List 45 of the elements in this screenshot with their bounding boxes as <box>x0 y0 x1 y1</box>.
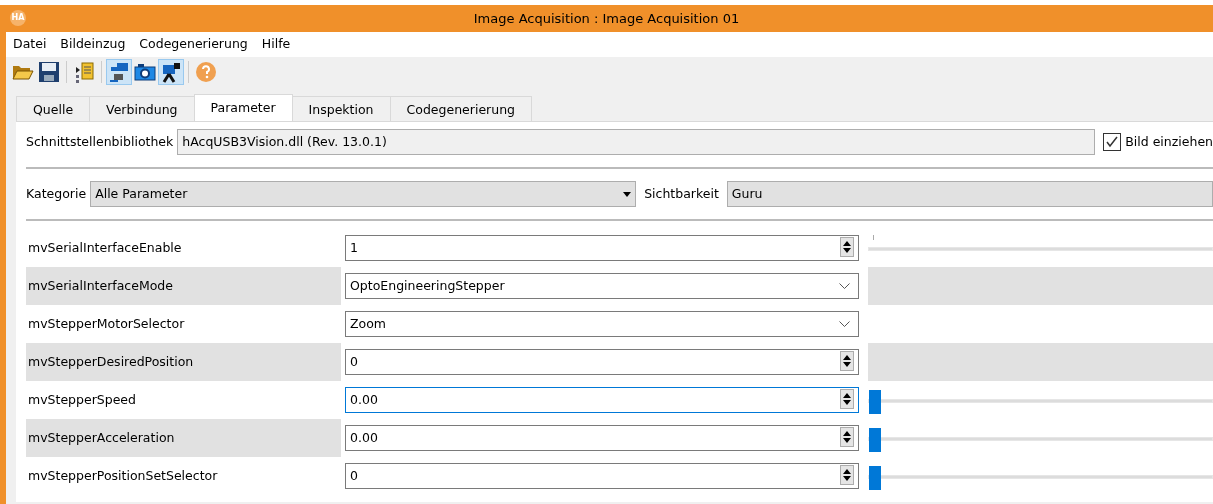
parameter-label: mvStepperMotorSelector <box>27 315 186 333</box>
category-dropdown[interactable]: Alle Parameter <box>90 181 637 207</box>
library-field: hAcqUSB3Vision.dll (Rev. 13.0.1) <box>177 129 1096 155</box>
tab[interactable]: Codegenerierung <box>389 96 532 123</box>
spin-box[interactable]: 1 <box>345 235 859 261</box>
connection-button[interactable] <box>106 59 132 85</box>
spin-box[interactable]: 0 <box>345 463 859 489</box>
parameter-label: mvStepperSpeed <box>27 391 137 409</box>
parameter-label: mvStepperPositionSetSelector <box>27 467 219 485</box>
parameter-label: mvSerialInterfaceMode <box>26 267 341 305</box>
tab[interactable]: Parameter <box>193 94 293 123</box>
parameter-label: mvStepperDesiredPosition <box>26 343 341 381</box>
spin-arrows[interactable] <box>840 351 854 371</box>
menu-item[interactable]: Bildeinzug <box>53 35 133 57</box>
dropdown[interactable]: Zoom <box>345 311 859 337</box>
app-logo: HA <box>10 10 26 26</box>
checkbox-label: Bild einziehen <box>1125 132 1213 151</box>
spin-arrows[interactable] <box>840 237 854 257</box>
visibility-field: Guru <box>726 181 1213 207</box>
slider-thumb[interactable] <box>869 428 881 452</box>
video-camera-button[interactable] <box>158 59 184 85</box>
slider-thumb[interactable] <box>869 466 881 490</box>
dropdown[interactable]: OptoEngineeringStepper <box>345 273 859 299</box>
window-title: Image Acquisition : Image Acquisition 01 <box>473 9 740 28</box>
slider-thumb[interactable] <box>869 390 881 414</box>
tab[interactable]: Quelle <box>16 96 91 123</box>
dropdown-arrow-icon <box>623 191 632 197</box>
save-button[interactable] <box>36 59 62 85</box>
spin-box[interactable]: 0 <box>345 349 859 375</box>
menu-item[interactable]: Codegenerierung <box>132 35 255 57</box>
chevron-down-icon <box>839 283 850 289</box>
spin-arrows[interactable] <box>840 389 854 409</box>
spin-arrows[interactable] <box>840 465 854 485</box>
chevron-down-icon <box>839 321 850 327</box>
checkbox[interactable] <box>1103 133 1122 151</box>
parameter-label: mvSerialInterfaceEnable <box>27 239 183 257</box>
field-label: Sichtbarkeit <box>644 184 719 203</box>
spin-box[interactable]: 0.00 <box>345 387 859 413</box>
field-label: Kategorie <box>26 184 87 203</box>
field-label: Schnittstellenbibliothek <box>26 132 174 151</box>
spin-box[interactable]: 0.00 <box>345 425 859 451</box>
parameter-label: mvStepperAcceleration <box>26 419 341 457</box>
menu-item[interactable]: Hilfe <box>254 35 298 57</box>
spin-arrows[interactable] <box>840 427 854 447</box>
menu-item[interactable]: Datei <box>6 35 54 57</box>
